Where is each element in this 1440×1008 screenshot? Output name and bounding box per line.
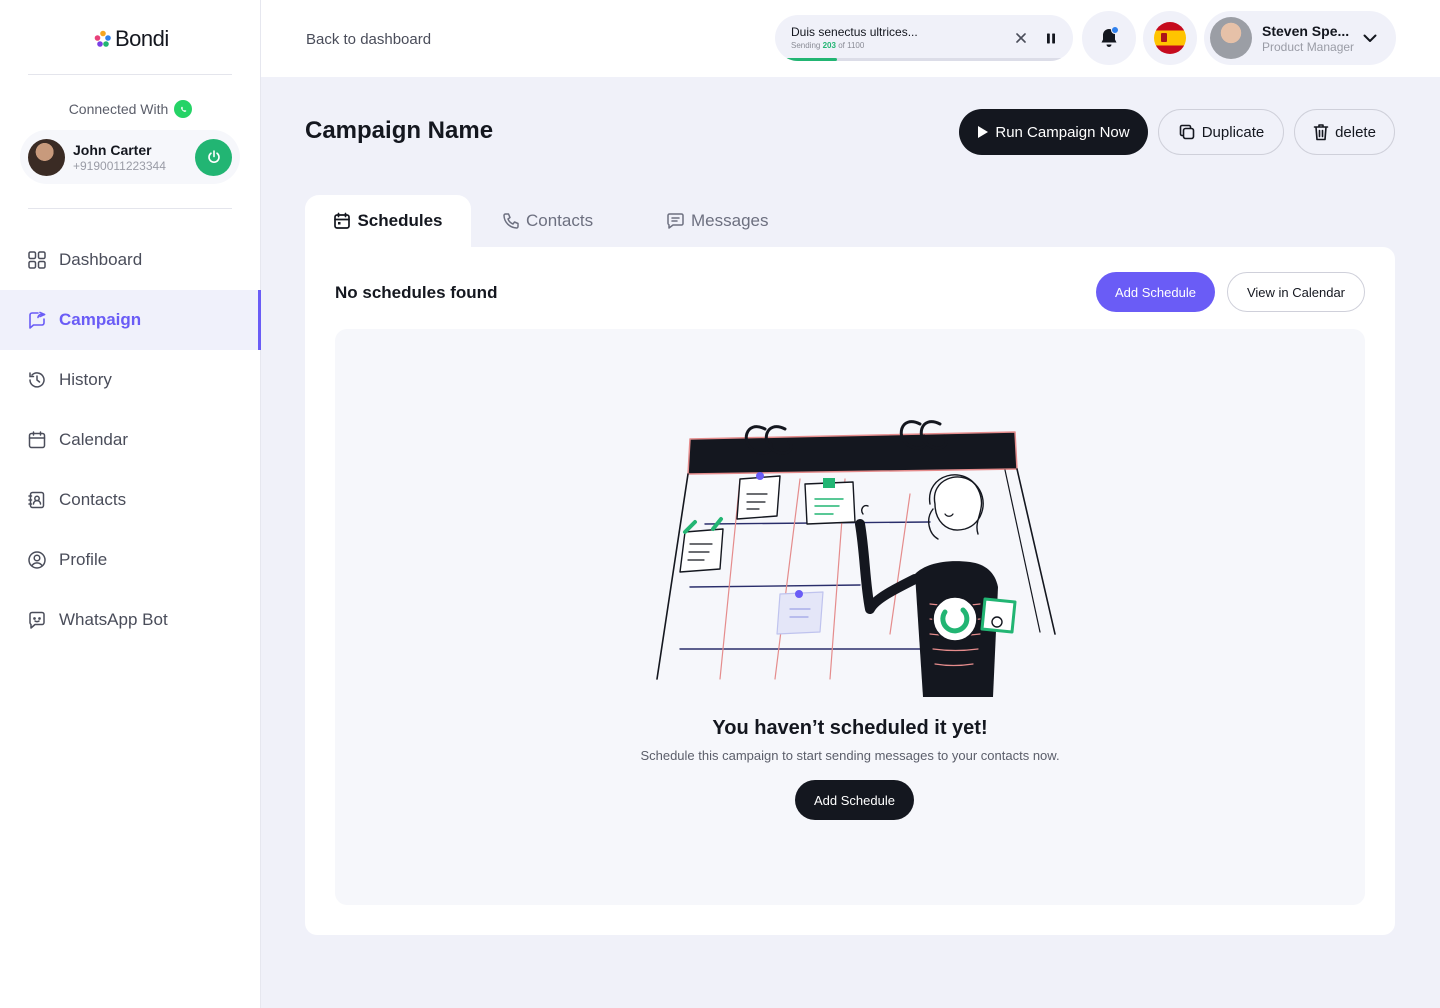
chevron-down-icon[interactable] (1358, 26, 1382, 50)
add-schedule-button[interactable]: Add Schedule (1096, 272, 1215, 312)
tab-schedules-label: Schedules (357, 211, 443, 230)
trash-icon (1313, 124, 1329, 141)
brand-logo[interactable]: Bondi (94, 26, 169, 52)
delete-label: delete (1335, 123, 1376, 141)
account-name: John Carter (73, 141, 152, 158)
history-icon (27, 370, 47, 390)
page-title: Campaign Name (305, 117, 494, 144)
sending-count: 203 (822, 41, 836, 50)
schedules-panel: No schedules found Add Schedule View in … (305, 247, 1395, 935)
user-name: Steven Spe... (1262, 22, 1350, 39)
divider (28, 74, 232, 75)
power-icon (207, 150, 220, 163)
sending-progress-widget: Duis senectus ultrices... Sending 203 of… (775, 15, 1073, 61)
phone-icon (503, 213, 519, 229)
sending-pause-button[interactable] (1039, 26, 1063, 50)
brand-name: Bondi (115, 26, 169, 51)
sidebar-item-whatsapp-bot[interactable]: WhatsApp Bot (0, 590, 261, 650)
close-icon (1016, 33, 1026, 43)
tab-schedules[interactable]: Schedules (305, 195, 471, 247)
sidebar-item-label: History (59, 370, 112, 389)
copy-icon (1179, 124, 1195, 140)
play-icon (978, 126, 989, 138)
view-in-calendar-button[interactable]: View in Calendar (1227, 272, 1365, 312)
message-icon (667, 213, 684, 229)
sidebar-item-campaign[interactable]: Campaign (0, 290, 261, 350)
sidebar: Bondi Connected With John Carter +919001… (0, 0, 261, 1008)
bondi-logo-icon (94, 30, 111, 47)
sending-progress-fill (785, 58, 837, 61)
sidebar-item-calendar[interactable]: Calendar (0, 410, 261, 470)
sidebar-item-dashboard[interactable]: Dashboard (0, 230, 261, 290)
account-avatar (28, 138, 65, 176)
user-circle-icon (27, 550, 47, 570)
back-to-dashboard-link[interactable]: Back to dashboard (306, 31, 431, 48)
divider (28, 208, 232, 209)
sending-campaign-title: Duis senectus ultrices... (791, 25, 918, 39)
connected-account-card[interactable]: John Carter +9190011223344 (20, 130, 240, 184)
sidebar-item-profile[interactable]: Profile (0, 530, 261, 590)
topbar: Back to dashboard Duis senectus ultrices… (261, 0, 1440, 77)
sending-status: Sending 203 of 1100 (791, 41, 864, 50)
sidebar-item-contacts[interactable]: Contacts (0, 470, 261, 530)
duplicate-button[interactable]: Duplicate (1158, 109, 1284, 155)
add-schedule-cta-button[interactable]: Add Schedule (795, 780, 914, 820)
calendar-icon (27, 430, 47, 450)
schedules-heading: No schedules found (335, 283, 498, 302)
sidebar-item-history[interactable]: History (0, 350, 261, 410)
notification-dot (1111, 26, 1119, 34)
sidebar-item-label: Contacts (59, 490, 127, 509)
sidebar-item-label: WhatsApp Bot (59, 610, 168, 629)
tab-messages-label: Messages (691, 211, 769, 230)
pause-icon (1047, 33, 1055, 43)
sidebar-nav: Dashboard Campaign History Calendar Cont… (0, 230, 261, 650)
language-button[interactable] (1143, 11, 1197, 65)
chat-bot-icon (27, 610, 47, 630)
notifications-button[interactable] (1082, 11, 1136, 65)
calendar-icon (334, 212, 351, 229)
avatar (1210, 17, 1252, 59)
sending-of: of (838, 41, 845, 50)
connected-with-label: Connected With (0, 100, 261, 118)
empty-state: You haven’t scheduled it yet! Schedule t… (335, 329, 1365, 905)
tab-messages[interactable]: Messages (666, 195, 768, 247)
sidebar-item-label: Dashboard (59, 250, 143, 269)
sending-close-button[interactable] (1009, 26, 1033, 50)
connected-with-text: Connected With (68, 101, 169, 117)
campaign-icon (27, 310, 47, 330)
user-role: Product Manager (1262, 39, 1355, 54)
tab-contacts-label: Contacts (526, 211, 594, 230)
empty-state-title: You haven’t scheduled it yet! (712, 717, 988, 739)
duplicate-label: Duplicate (1201, 123, 1265, 141)
contacts-book-icon (27, 490, 47, 510)
run-campaign-label: Run Campaign Now (995, 123, 1130, 141)
account-phone: +9190011223344 (73, 158, 166, 173)
power-button[interactable] (195, 138, 232, 176)
spain-flag-icon (1154, 22, 1186, 54)
calendar-illustration (656, 420, 1056, 697)
sidebar-item-label: Campaign (59, 310, 142, 329)
whatsapp-icon (174, 100, 193, 118)
empty-state-description: Schedule this campaign to start sending … (640, 748, 1060, 763)
user-menu[interactable]: Steven Spe... Product Manager (1204, 11, 1396, 65)
grid-icon (27, 250, 47, 270)
run-campaign-button[interactable]: Run Campaign Now (959, 109, 1148, 155)
sending-total: 1100 (847, 41, 865, 50)
delete-button[interactable]: delete (1294, 109, 1395, 155)
tab-contacts[interactable]: Contacts (502, 195, 593, 247)
sidebar-item-label: Profile (59, 550, 108, 569)
sidebar-item-label: Calendar (59, 430, 128, 449)
sending-progress-track (785, 58, 1065, 61)
sending-prefix: Sending (791, 41, 821, 50)
